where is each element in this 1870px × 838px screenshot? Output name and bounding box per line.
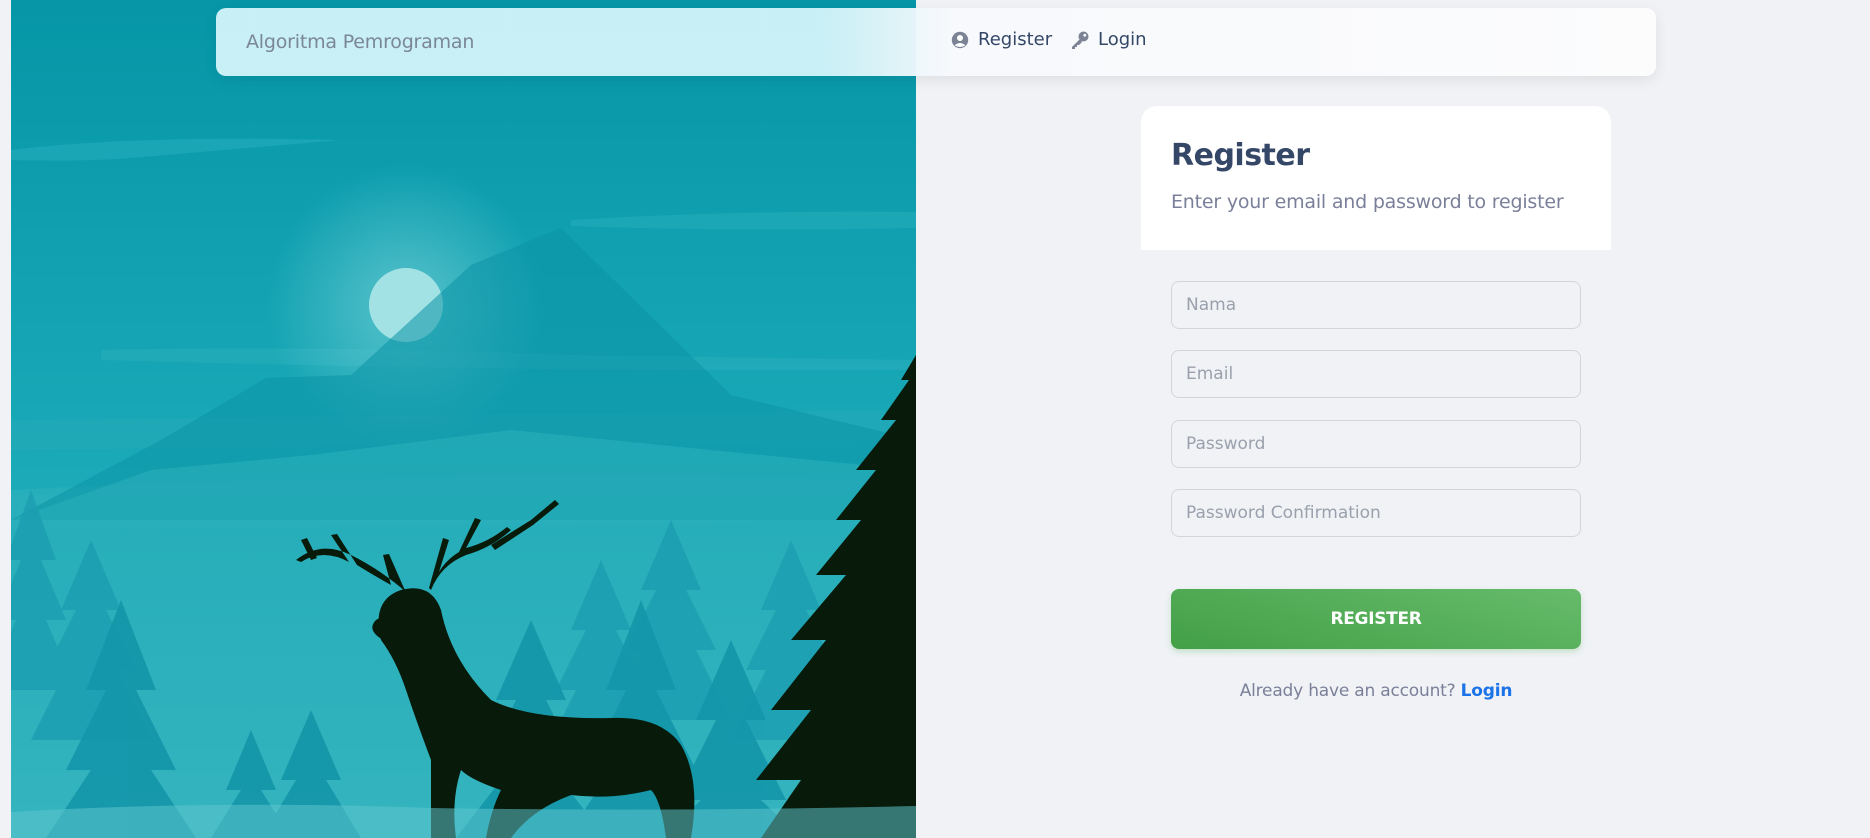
register-card-header: Register Enter your email and password t… [1141, 106, 1611, 250]
nav-login-link[interactable]: Login [1070, 29, 1147, 50]
nav-login-label: Login [1098, 29, 1147, 50]
nav-register-link[interactable]: Register [950, 29, 1052, 50]
key-icon [1070, 30, 1090, 50]
brand-name[interactable]: Algoritma Pemrograman [246, 31, 474, 53]
nama-input[interactable] [1171, 281, 1581, 329]
email-input[interactable] [1171, 350, 1581, 398]
illustration-panel [11, 0, 916, 838]
page-title: Register [1171, 138, 1310, 173]
user-circle-icon [950, 30, 970, 50]
login-prompt: Already have an account? Login [1141, 681, 1611, 701]
password-confirmation-input[interactable] [1171, 489, 1581, 537]
deer-forest-illustration [11, 0, 916, 838]
page-subtitle: Enter your email and password to registe… [1171, 191, 1564, 213]
top-navbar: Algoritma Pemrograman Register Login [216, 8, 1656, 76]
nav-register-label: Register [978, 29, 1053, 50]
login-prompt-text: Already have an account? [1239, 681, 1456, 701]
password-input[interactable] [1171, 420, 1581, 468]
login-link[interactable]: Login [1461, 681, 1513, 701]
register-button[interactable]: REGISTER [1171, 589, 1581, 649]
